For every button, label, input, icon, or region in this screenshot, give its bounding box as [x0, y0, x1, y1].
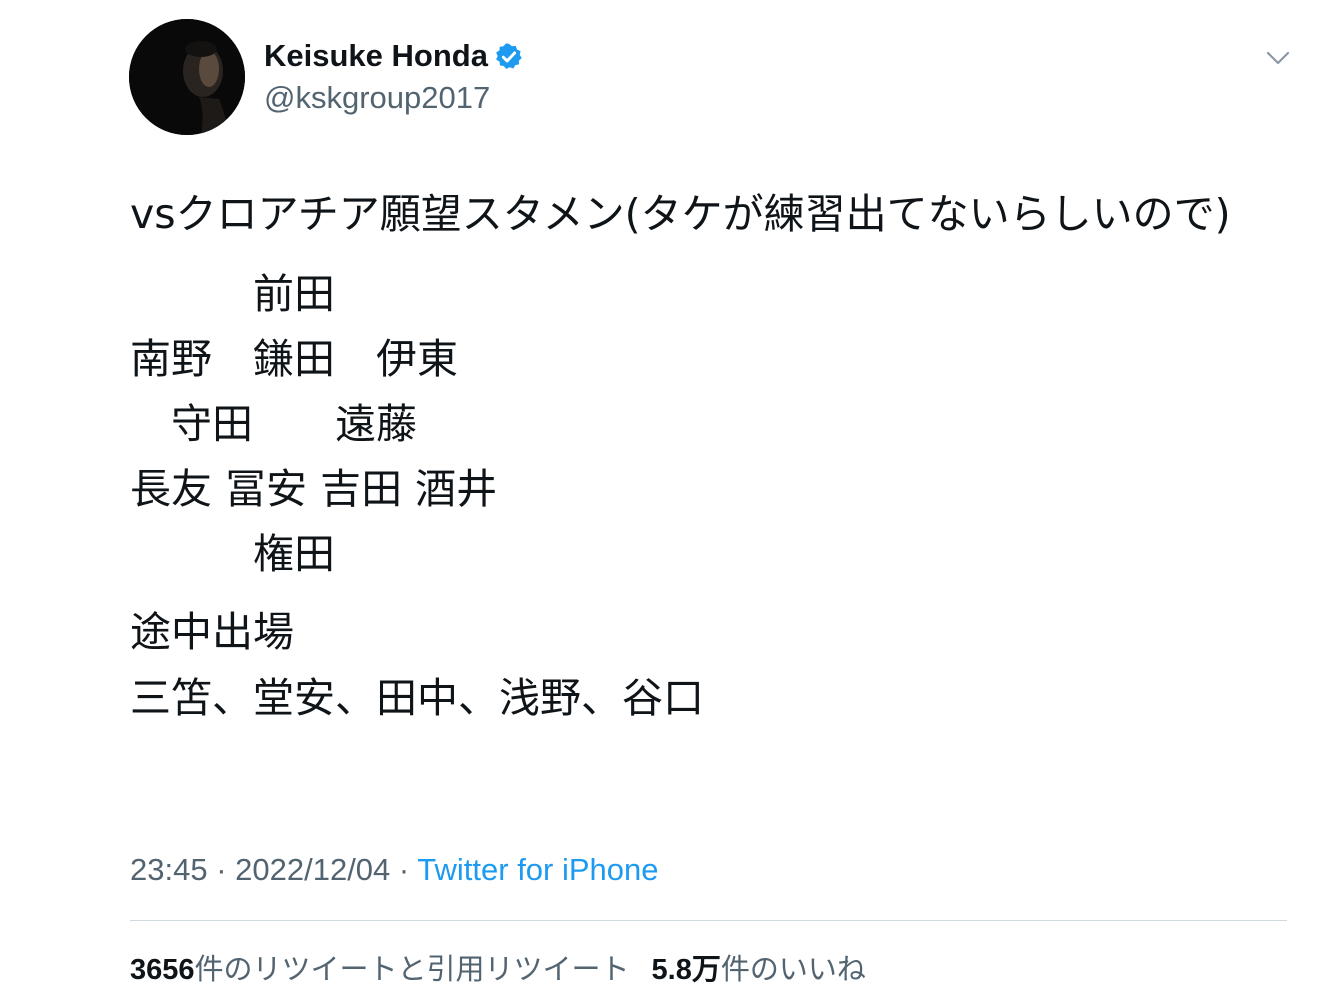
- tweet-source-link[interactable]: Twitter for iPhone: [417, 852, 658, 887]
- tweet-subs-list: 三笘、堂安、田中、浅野、谷口: [130, 674, 704, 722]
- tweet-time[interactable]: 23:45: [130, 852, 208, 887]
- chevron-down-icon: [1266, 51, 1290, 65]
- tweet-subs-title: 途中出場: [130, 608, 294, 656]
- verified-badge-icon: [496, 43, 522, 69]
- avatar[interactable]: [129, 19, 245, 135]
- tweet-detail: Keisuke Honda @kskgroup2017 vsクロアチア願望スタメ…: [0, 0, 1335, 1008]
- retweets-label: 件のリツイートと引用リツイート: [194, 952, 630, 986]
- tweet-meta: 23:45 · 2022/12/04 · Twitter for iPhone: [130, 852, 659, 888]
- likes-stat[interactable]: 5.8万件のいいね: [652, 952, 866, 986]
- meta-separator: ·: [207, 852, 236, 887]
- tweet-formation: 前田 南野 鎌田 伊東 守田 遠藤 長友 冨安 吉田 酒井 権田: [130, 270, 498, 578]
- retweets-stat[interactable]: 3656件のリツイートと引用リツイート: [130, 952, 630, 986]
- meta-separator-2: ·: [390, 852, 418, 887]
- author-name[interactable]: Keisuke Honda: [264, 38, 488, 74]
- tweet-text: vsクロアチア願望スタメン(タケが練習出てないらしいので) 前田 南野 鎌田 伊…: [130, 182, 1300, 731]
- likes-count: 5.8万: [651, 954, 721, 986]
- avatar-portrait-icon: [129, 19, 245, 135]
- author-handle[interactable]: @kskgroup2017: [264, 80, 490, 116]
- divider: [130, 920, 1287, 921]
- likes-label: 件のいいね: [720, 952, 866, 986]
- tweet-stats: 3656件のリツイートと引用リツイート 5.8万件のいいね: [130, 946, 866, 988]
- more-options-button[interactable]: [1258, 38, 1298, 78]
- retweets-count: 3656: [130, 954, 195, 986]
- tweet-date[interactable]: 2022/12/04: [235, 852, 390, 887]
- tweet-intro: vsクロアチア願望スタメン(タケが練習出てないらしいので): [130, 190, 1231, 238]
